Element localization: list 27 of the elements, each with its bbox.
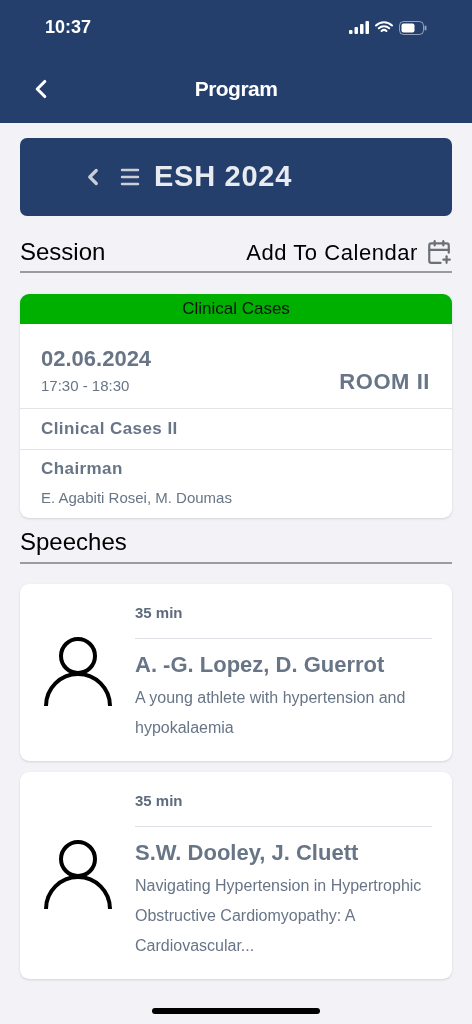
speaker-names: A. -G. Lopez, D. Guerrot [135,651,386,679]
category-banner: Clinical Cases [20,294,452,324]
speech-title: Navigating Hypertension in Hypertrophic Obstructive Cardiomyopathy: A Cardiovascular... [135,875,423,956]
battery-icon [399,20,427,35]
session-date: 02.06.2024 [41,345,152,373]
session-room: ROOM II [339,367,430,396]
speech-duration: 35 min [135,601,432,639]
status-time: 10:37 [45,16,92,39]
signal-icon [349,21,369,34]
speech-card[interactable]: 35 min S.W. Dooley, J. Cluett Navigating Hypertension in Hypertrophic Obstructive Cardiomyopathy: A Cardiovascular... [20,771,452,979]
chair-label: Chairman [41,457,124,480]
person-icon [43,636,112,708]
section-heading: Speeches [20,526,127,557]
speech-title: A young athlete with hypertension and hypokalaemia [135,687,407,738]
page-title: Program [194,76,278,103]
speaker-names: S.W. Dooley, J. Cluett [135,839,360,867]
add-to-calendar-button[interactable]: Add To Calendar [246,235,452,269]
calendar-plus-icon [426,239,452,265]
session-name: Clinical Cases II [41,417,178,440]
section-heading: Session [20,237,106,267]
person-icon [43,839,112,911]
session-time: 17:30 - 18:30 [41,376,131,396]
speech-duration: 35 min [135,789,432,827]
speech-card[interactable]: 35 min A. -G. Lopez, D. Guerrot A young athlete with hypertension and hypokalaemia [20,583,452,761]
chair-names: E. Agabiti Rosei, M. Doumas [41,488,233,508]
wifi-icon [375,21,393,34]
event-title: ESH 2024 [154,159,292,195]
